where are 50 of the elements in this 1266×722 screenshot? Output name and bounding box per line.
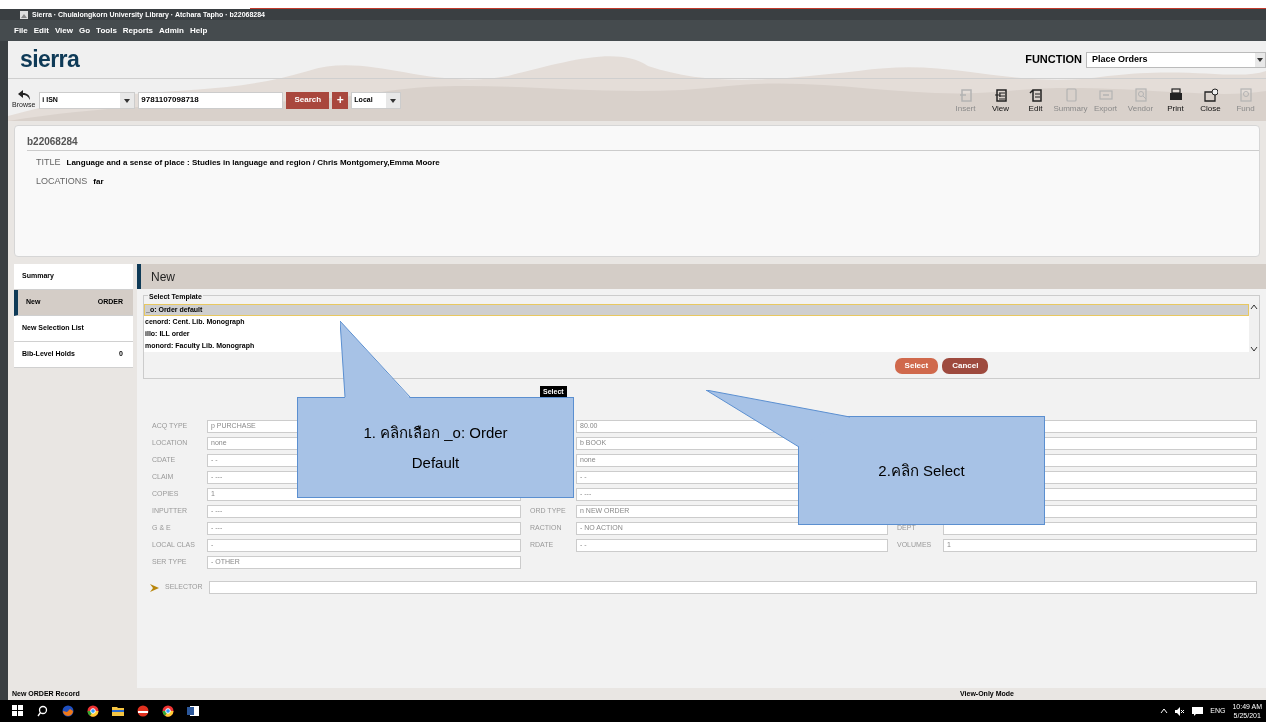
toolbar-button[interactable]: Close: [1194, 87, 1227, 113]
chevron-icon: [150, 583, 159, 592]
field-value: Language and a sense of place : Studies in language and region / Chris Montgomery,Emma Moore: [66, 157, 440, 169]
field-label: LOCATIONS: [36, 174, 88, 188]
speaker-muted-icon[interactable]: [1175, 706, 1186, 716]
back-arrow-icon: [17, 89, 30, 100]
menu-item[interactable]: Help: [189, 24, 208, 37]
menu-item[interactable]: Tools: [96, 24, 117, 37]
function-dropdown[interactable]: Place Orders: [1086, 51, 1266, 68]
page-icon: [1063, 87, 1078, 102]
caret-icon: [386, 92, 401, 108]
app-icon: [20, 10, 28, 19]
close-icon: [1203, 87, 1218, 102]
message-icon[interactable]: [1192, 706, 1204, 716]
menu-item[interactable]: View: [54, 24, 73, 37]
toolbar-button[interactable]: Print: [1159, 87, 1192, 113]
record-id: b22068284: [27, 134, 1259, 151]
scrollbar[interactable]: [1249, 304, 1259, 352]
menu-item[interactable]: Reports: [122, 24, 154, 37]
browser-icon[interactable]: [162, 705, 174, 717]
windows-logo-icon[interactable]: [12, 705, 24, 717]
search-icon[interactable]: [37, 705, 49, 717]
document-app-icon[interactable]: [187, 705, 199, 717]
field-label: TITLE: [36, 156, 61, 169]
menu-item[interactable]: Admin: [159, 24, 184, 37]
field-value: far: [93, 175, 104, 188]
callout-tooltip: 2.คลิก Select: [798, 416, 1045, 525]
function-label: FUNCTION: [1025, 52, 1082, 68]
menu-item[interactable]: Go: [79, 24, 91, 37]
select-button[interactable]: Select: [894, 358, 939, 374]
document-icon: [993, 87, 1008, 102]
panel-title: New: [137, 264, 1266, 289]
chevron-up-icon[interactable]: [1160, 708, 1169, 714]
input-field[interactable]: [943, 521, 1257, 535]
selector-field[interactable]: [208, 581, 1257, 594]
globe-icon[interactable]: [62, 705, 74, 717]
toolbar-button[interactable]: Edit: [1019, 87, 1052, 113]
search-field[interactable]: 9781107098718: [138, 91, 284, 109]
print-icon: [1168, 87, 1183, 102]
edit-icon: [1028, 87, 1043, 102]
app-icon[interactable]: [137, 705, 149, 717]
cancel-button[interactable]: Cancel: [942, 358, 989, 374]
folder-icon[interactable]: [112, 705, 124, 717]
browser-icon[interactable]: [87, 705, 99, 717]
sierra-logo: sierra: [20, 48, 80, 71]
toolbar-button[interactable]: View: [984, 87, 1017, 113]
insert-icon: [958, 87, 973, 102]
caret-icon: [120, 92, 135, 108]
menu-item[interactable]: File: [14, 24, 28, 37]
menu-item[interactable]: Edit: [33, 24, 49, 37]
